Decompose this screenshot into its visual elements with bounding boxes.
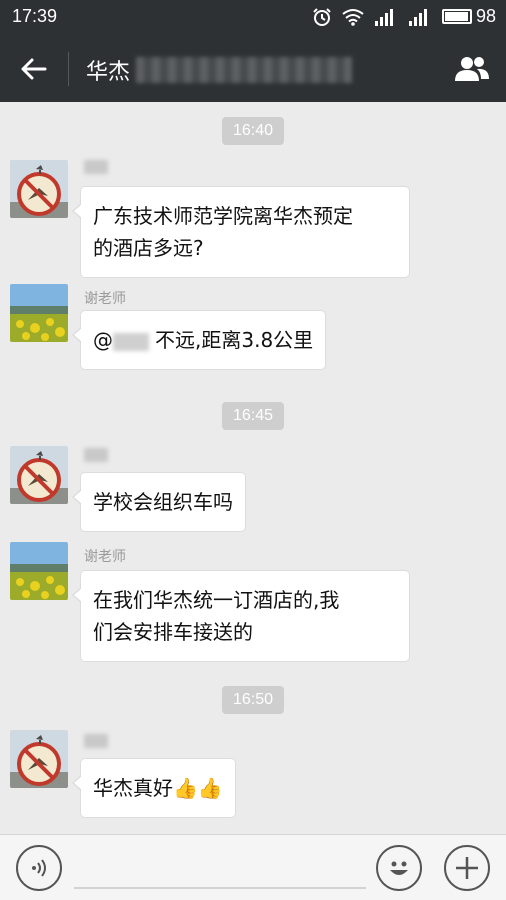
more-button[interactable] — [444, 845, 490, 891]
battery-fill — [444, 12, 469, 21]
mention-at: @ — [93, 328, 113, 352]
avatar-teacher[interactable] — [10, 284, 68, 342]
signal-icon-1 — [374, 8, 393, 26]
message-bubble[interactable]: 广东技术师范学院离华杰预定 的酒店多远? — [72, 186, 410, 278]
landscape-avatar-icon — [10, 542, 68, 600]
no-bird-sign-icon — [10, 160, 68, 218]
chat-title: 华杰 — [86, 54, 353, 86]
wifi-icon — [342, 8, 364, 26]
message-bubble[interactable]: @ 不远,距离3.8公里 — [71, 310, 327, 370]
message-line: 们会安排车接送的 — [93, 620, 253, 644]
avatar-teacher[interactable] — [10, 542, 68, 600]
members-icon — [455, 57, 489, 81]
status-bar: 17:39 98 — [0, 0, 506, 36]
signal-icon-2 — [408, 8, 427, 26]
status-icons: 98 — [312, 6, 496, 27]
message-text: 不远,距离3.8公里 — [155, 328, 314, 352]
message-text: 华杰真好 — [93, 776, 173, 800]
mention-redaction — [113, 332, 149, 351]
title-bar: 华杰 — [0, 36, 506, 102]
smiley-icon — [390, 861, 408, 875]
title-divider — [68, 52, 69, 86]
message-line: 在我们华杰统一订酒店的,我 — [93, 588, 340, 612]
alarm-icon — [313, 7, 331, 26]
message-bubble[interactable]: 学校会组织车吗 — [72, 472, 246, 532]
sender-name-redacted — [84, 734, 108, 752]
voice-button[interactable] — [16, 845, 62, 891]
plus-icon — [456, 857, 478, 879]
sender-name-redacted — [84, 160, 108, 178]
no-bird-sign-icon — [10, 730, 68, 788]
status-time: 17:39 — [12, 6, 58, 26]
members-button[interactable] — [452, 52, 492, 86]
avatar-user[interactable] — [10, 730, 68, 788]
battery-icon — [441, 9, 472, 24]
chat-area[interactable]: 16:40 广东技术师范学院离华杰预定 的酒店多远? 谢老师 @ 不远,距离3.… — [0, 102, 506, 834]
avatar-user[interactable] — [10, 160, 68, 218]
time-badge: 16:45 — [222, 402, 285, 430]
message-bubble[interactable]: 华杰真好👍👍 — [72, 758, 236, 818]
title-redaction — [136, 57, 353, 83]
input-bar — [0, 834, 506, 900]
message-text: 学校会组织车吗 — [93, 490, 233, 514]
chat-title-text: 华杰 — [86, 60, 131, 85]
no-bird-sign-icon — [10, 446, 68, 504]
message-input[interactable] — [74, 853, 366, 889]
voice-icon — [32, 859, 46, 877]
landscape-avatar-icon — [10, 284, 68, 342]
avatar-user[interactable] — [10, 446, 68, 504]
message-bubble[interactable]: 在我们华杰统一订酒店的,我 们会安排车接送的 — [72, 570, 410, 662]
message-line: 的酒店多远? — [93, 236, 204, 260]
battery-level: 98 — [475, 6, 496, 26]
time-badge: 16:50 — [222, 686, 285, 714]
back-button[interactable] — [14, 52, 54, 86]
back-arrow-icon — [21, 58, 47, 80]
sender-name: 谢老师 — [84, 549, 126, 565]
sender-name-redacted — [84, 448, 108, 466]
message-line: 广东技术师范学院离华杰预定 — [93, 204, 353, 228]
battery: 98 — [441, 6, 496, 27]
emoji-button[interactable] — [376, 845, 422, 891]
time-badge: 16:40 — [222, 117, 285, 145]
thumbs-up-emoji: 👍👍 — [173, 776, 223, 800]
sender-name: 谢老师 — [84, 291, 126, 307]
